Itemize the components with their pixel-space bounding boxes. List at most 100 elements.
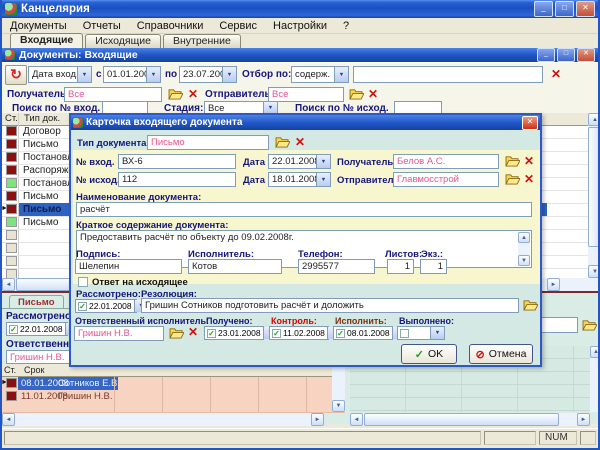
- menu-directories[interactable]: Справочники: [129, 20, 212, 32]
- reviewed-date-picker[interactable]: ✓ 22.01.2008: [6, 322, 68, 336]
- clear-sender-icon[interactable]: ✕: [368, 88, 378, 100]
- in-date-combo[interactable]: 22.01.2008: [268, 154, 331, 169]
- to-date-combo[interactable]: 23.07.2008: [179, 66, 237, 83]
- reviewed-date-picker[interactable]: ✓ 22.01.2008: [75, 299, 137, 313]
- date-field-combo[interactable]: Дата вход.: [28, 66, 92, 83]
- execute-date-picker[interactable]: ✓ 08.01.2008: [333, 326, 393, 340]
- child-close-icon[interactable]: ✕: [577, 48, 595, 62]
- checkbox-checked[interactable]: ✓: [9, 325, 18, 334]
- out-number-input[interactable]: 112: [118, 172, 236, 187]
- minimize-icon[interactable]: _: [534, 1, 553, 17]
- open-folder-icon[interactable]: [582, 319, 597, 331]
- clear-responsible-icon[interactable]: ✕: [188, 326, 198, 338]
- tab-outgoing[interactable]: Исходящие: [85, 34, 161, 48]
- grid-hscrollbar[interactable]: ◄ ►: [350, 413, 590, 426]
- doc-name-input[interactable]: расчёт: [76, 202, 532, 217]
- scrollbar-thumb[interactable]: [588, 127, 600, 247]
- textarea-scrollbar[interactable]: ▲ ▼: [518, 232, 530, 266]
- checkbox-checked[interactable]: ✓: [336, 329, 345, 338]
- clear-sender-icon[interactable]: ✕: [524, 173, 534, 185]
- chevron-down-icon[interactable]: [430, 327, 444, 339]
- scroll-down-icon[interactable]: ▼: [332, 400, 345, 412]
- executor-input[interactable]: Котов: [188, 259, 282, 274]
- grid-vscrollbar[interactable]: ▲: [590, 346, 600, 412]
- subtable-row-selected[interactable]: ► 08.01.2008 Сотников Е.В.: [2, 377, 345, 391]
- out-date-combo[interactable]: 18.01.2008: [268, 172, 331, 187]
- open-folder-icon[interactable]: [523, 299, 538, 311]
- maximize-icon[interactable]: □: [555, 1, 574, 17]
- clear-receiver-icon[interactable]: ✕: [188, 88, 198, 100]
- open-folder-icon[interactable]: [505, 155, 520, 167]
- menu-reports[interactable]: Отчеты: [75, 20, 129, 32]
- clear-doc-type-icon[interactable]: ✕: [295, 136, 305, 148]
- tab-incoming[interactable]: Входящие: [10, 33, 83, 48]
- menu-settings[interactable]: Настройки: [265, 20, 335, 32]
- scroll-down-icon[interactable]: ▼: [588, 265, 600, 278]
- control-date-picker[interactable]: ✓ 11.02.2008: [269, 326, 329, 340]
- phone-input[interactable]: 2995577: [298, 259, 375, 274]
- checkbox-checked[interactable]: ✓: [272, 329, 281, 338]
- checkbox-checked[interactable]: ✓: [207, 329, 216, 338]
- chevron-down-icon[interactable]: [316, 155, 330, 168]
- doc-type-input[interactable]: Письмо: [147, 135, 269, 150]
- in-number-input[interactable]: ВХ-6: [118, 154, 236, 169]
- refresh-button[interactable]: ↻: [5, 65, 27, 85]
- scroll-right-icon[interactable]: ►: [547, 278, 560, 291]
- detail-tab-letter[interactable]: Письмо: [9, 295, 64, 309]
- sheets-input[interactable]: 1: [387, 259, 414, 274]
- open-folder-icon[interactable]: [168, 88, 183, 100]
- filter-by-combo[interactable]: содерж.: [291, 66, 349, 83]
- resolution-input[interactable]: Гришин Сотников подготовить расчёт и дол…: [141, 298, 519, 313]
- dialog-responsible-input[interactable]: Гришин Н.В.: [74, 326, 164, 341]
- scroll-left-icon[interactable]: ◄: [2, 413, 15, 426]
- chevron-down-icon[interactable]: [316, 173, 330, 186]
- receiver-input[interactable]: Все: [64, 87, 162, 102]
- chevron-down-icon[interactable]: [334, 67, 348, 82]
- signature-input[interactable]: Шелепин: [75, 259, 182, 274]
- vertical-scrollbar[interactable]: ▲ ▼: [588, 113, 600, 278]
- subtable-row[interactable]: 11.01.2008 Гришин Н.В.: [2, 390, 345, 404]
- from-date-combo[interactable]: 01.01.2008: [103, 66, 161, 83]
- open-folder-icon[interactable]: [275, 136, 290, 148]
- scroll-down-icon[interactable]: ▼: [518, 255, 530, 266]
- open-folder-icon[interactable]: [349, 88, 364, 100]
- chevron-down-icon[interactable]: [222, 67, 236, 82]
- checkbox-checked[interactable]: ✓: [78, 302, 87, 311]
- scroll-left-icon[interactable]: ◄: [350, 413, 363, 426]
- filter-text-input[interactable]: [353, 66, 543, 83]
- menu-documents[interactable]: Документы: [2, 20, 75, 32]
- copies-input[interactable]: 1: [420, 259, 447, 274]
- subtable-row-empty[interactable]: [2, 403, 345, 413]
- dialog-receiver-input[interactable]: Белов А.С.: [393, 154, 499, 169]
- child-restore-icon[interactable]: □: [557, 48, 575, 62]
- scroll-up-icon[interactable]: ▲: [518, 232, 530, 243]
- clear-receiver-icon[interactable]: ✕: [524, 155, 534, 167]
- subtable-hscrollbar[interactable]: ◄ ►: [2, 413, 324, 426]
- tab-internal[interactable]: Внутренние: [163, 34, 241, 48]
- sender-input[interactable]: Все: [268, 87, 344, 102]
- subtable-vscrollbar[interactable]: ▼: [332, 364, 345, 412]
- open-folder-icon[interactable]: [505, 173, 520, 185]
- child-minimize-icon[interactable]: _: [537, 48, 555, 62]
- checkbox-unchecked[interactable]: [400, 329, 409, 338]
- reply-checkbox[interactable]: [78, 277, 88, 287]
- scroll-up-icon[interactable]: ▲: [590, 346, 600, 358]
- received-date-picker[interactable]: ✓ 23.01.2008: [204, 326, 264, 340]
- done-date-picker[interactable]: [397, 326, 445, 340]
- scroll-up-icon[interactable]: ▲: [588, 113, 600, 126]
- ok-button[interactable]: ✓ OK: [401, 344, 457, 364]
- close-icon[interactable]: ✕: [576, 1, 595, 17]
- scrollbar-thumb[interactable]: [364, 413, 559, 426]
- dialog-sender-input[interactable]: Главмосстрой: [393, 172, 499, 187]
- cancel-button[interactable]: ⊘ Отмена: [469, 344, 533, 364]
- menu-service[interactable]: Сервис: [211, 20, 265, 32]
- scroll-left-icon[interactable]: ◄: [2, 278, 15, 291]
- open-folder-icon[interactable]: [169, 327, 184, 339]
- dialog-close-icon[interactable]: ✕: [522, 116, 538, 130]
- chevron-down-icon[interactable]: [146, 67, 160, 82]
- menu-help[interactable]: ?: [335, 20, 357, 32]
- chevron-down-icon[interactable]: [77, 67, 91, 82]
- clear-filter-icon[interactable]: ✕: [551, 68, 561, 80]
- scroll-right-icon[interactable]: ►: [311, 413, 324, 426]
- scroll-right-icon[interactable]: ►: [577, 413, 590, 426]
